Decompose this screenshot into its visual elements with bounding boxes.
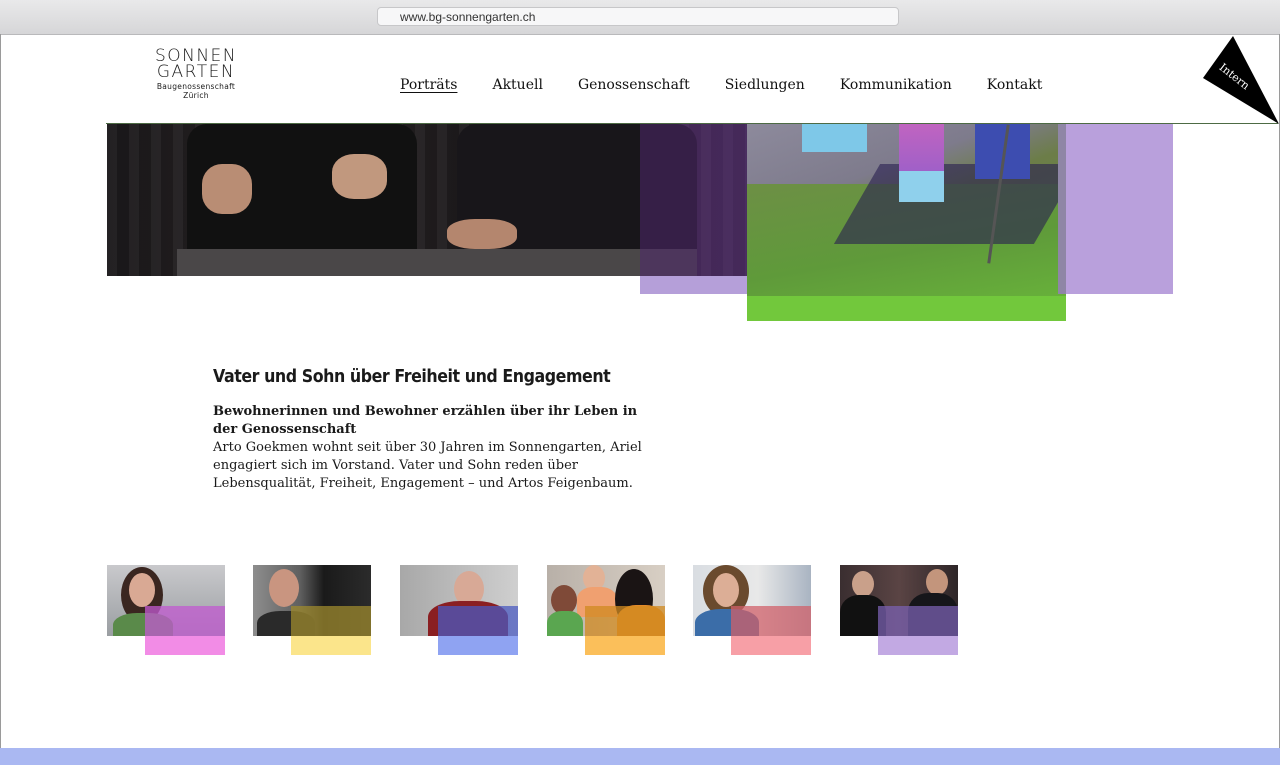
thumbnail-accent-band bbox=[145, 636, 225, 655]
thumbnail-overlay bbox=[731, 606, 811, 636]
nav-item-kommunikation[interactable]: Kommunikation bbox=[840, 77, 952, 93]
thumbnail-accent-band bbox=[585, 636, 665, 655]
address-bar[interactable]: www.bg-sonnengarten.ch bbox=[377, 7, 899, 26]
thumbnail-overlay bbox=[291, 606, 371, 636]
portrait-thumbnail-6[interactable] bbox=[840, 565, 958, 655]
article-lead: Bewohnerinnen und Bewohner erzählen über… bbox=[213, 404, 638, 437]
nav-item-aktuell[interactable]: Aktuell bbox=[492, 77, 542, 93]
nav-item-siedlungen[interactable]: Siedlungen bbox=[725, 77, 805, 93]
thumbnail-overlay bbox=[585, 606, 665, 636]
hero-color-block bbox=[1066, 124, 1173, 294]
browser-toolbar: www.bg-sonnengarten.ch bbox=[0, 0, 1280, 35]
thumbnail-overlay bbox=[145, 606, 225, 636]
portrait-thumbnail-1[interactable] bbox=[107, 565, 225, 655]
thumbnail-accent-band bbox=[731, 636, 811, 655]
article-body: Arto Goekmen wohnt seit über 30 Jahren i… bbox=[213, 440, 642, 491]
hero-color-band bbox=[640, 276, 747, 294]
portrait-thumbnail-3[interactable] bbox=[400, 565, 518, 655]
article: Vater und Sohn über Freiheit und Engagem… bbox=[213, 366, 653, 493]
nav-item-kontakt[interactable]: Kontakt bbox=[987, 77, 1043, 93]
thumbnail-accent-band bbox=[291, 636, 371, 655]
hero-image-garden bbox=[747, 124, 1066, 321]
thumbnail-accent-band bbox=[438, 636, 518, 655]
thumbnail-overlay bbox=[878, 606, 958, 636]
site-logo[interactable]: SONNEN GARTEN Baugenossenschaft Zürich bbox=[146, 48, 246, 101]
portrait-thumbnail-5[interactable] bbox=[693, 565, 811, 655]
address-bar-url: www.bg-sonnengarten.ch bbox=[400, 10, 536, 24]
article-title: Vater und Sohn über Freiheit und Engagem… bbox=[213, 366, 611, 387]
logo-tagline: Baugenossenschaft Zürich bbox=[156, 82, 236, 100]
thumbnail-overlay bbox=[438, 606, 518, 636]
portrait-thumbnail-4[interactable] bbox=[547, 565, 665, 655]
main-nav: Porträts Aktuell Genossenschaft Siedlung… bbox=[400, 77, 1077, 93]
nav-item-portraets[interactable]: Porträts bbox=[400, 77, 457, 93]
footer-band bbox=[0, 748, 1280, 765]
hero-color-overlay bbox=[640, 124, 747, 276]
intern-login-button[interactable]: Intern bbox=[1203, 36, 1280, 126]
nav-item-genossenschaft[interactable]: Genossenschaft bbox=[578, 77, 690, 93]
thumbnail-accent-band bbox=[878, 636, 958, 655]
logo-line-2: GARTEN bbox=[156, 62, 236, 82]
hero-color-edge bbox=[1058, 124, 1066, 294]
portrait-thumbnail-2[interactable] bbox=[253, 565, 371, 655]
